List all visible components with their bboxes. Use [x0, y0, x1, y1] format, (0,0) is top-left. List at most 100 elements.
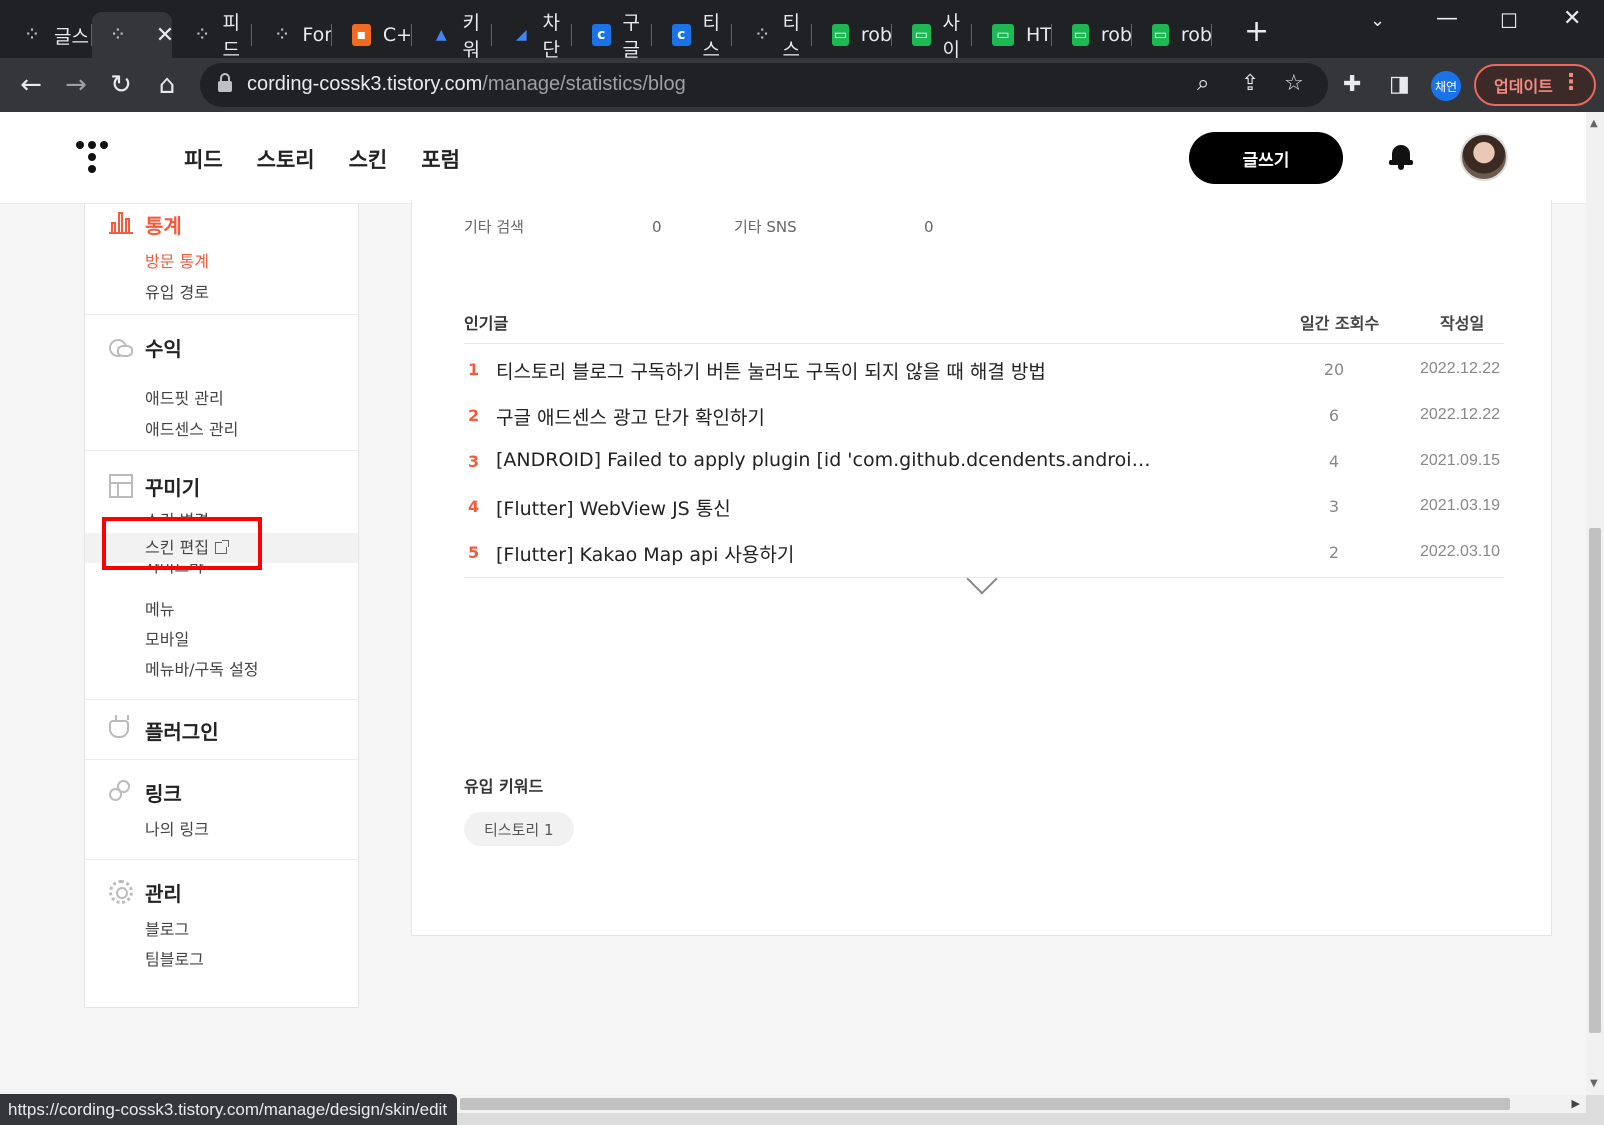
- browser-tab[interactable]: ▭ HT: [972, 12, 1052, 58]
- url-text[interactable]: cording-cossk3.tistory.com/manage/statis…: [247, 73, 686, 96]
- sidebar-group-title[interactable]: 수익: [145, 333, 182, 362]
- tistory-icon: ⁘: [26, 27, 38, 43]
- nav-skin[interactable]: 스킨: [349, 144, 388, 174]
- post-views: 20: [1323, 360, 1345, 379]
- sidebar-group-title[interactable]: 플러그인: [145, 716, 219, 745]
- post-date: 2021.09.15: [1420, 452, 1501, 469]
- section-title: 인기글: [464, 314, 509, 333]
- list-item[interactable]: 1 티스토리 블로그 구독하기 버튼 눌러도 구독이 되지 않을 때 해결 방법…: [464, 348, 1504, 394]
- stat-value: 0: [924, 218, 934, 236]
- share-icon[interactable]: ⇪: [1241, 71, 1259, 96]
- sidebar-group-revenue: 수익 애드핏 관리 애드센스 관리: [85, 315, 358, 451]
- browser-tab[interactable]: ⁘ For: [252, 12, 332, 58]
- browser-tab[interactable]: ▲ 키워: [412, 12, 492, 61]
- zoom-icon[interactable]: ⌕: [1197, 71, 1209, 96]
- list-item[interactable]: 3 [ANDROID] Failed to apply plugin [id '…: [464, 440, 1504, 486]
- sidebar-item-referrer[interactable]: 유입 경로: [145, 279, 209, 303]
- sidebar-group-stats: 통계 방문 통계 유입 경로: [85, 204, 358, 315]
- forward-icon[interactable]: →: [57, 66, 95, 104]
- browser-tab[interactable]: ▭ rob: [1132, 12, 1212, 58]
- stat-value: 0: [652, 218, 662, 236]
- address-bar[interactable]: cording-cossk3.tistory.com/manage/statis…: [200, 63, 1328, 107]
- site-nav: 피드 스토리 스킨 포럼: [184, 144, 494, 174]
- page-viewport: 피드 스토리 스킨 포럼 글쓰기 통계 방문 통계 유입 경로 수익 애드핏 관…: [0, 112, 1586, 1095]
- close-window-icon[interactable]: ✕: [1563, 6, 1581, 31]
- tistory-logo-icon[interactable]: [76, 141, 108, 175]
- minimize-icon[interactable]: —: [1436, 6, 1458, 31]
- home-icon[interactable]: ⌂: [148, 66, 186, 104]
- browser-tab[interactable]: ⁘ 티스: [732, 12, 812, 61]
- sidebar-item-mobile[interactable]: 모바일: [145, 626, 189, 650]
- update-button[interactable]: 업데이트 ⋮: [1474, 64, 1596, 106]
- sidebar-item-visit-stats[interactable]: 방문 통계: [145, 248, 209, 272]
- browser-toolbar: ← → ↻ ⌂ cording-cossk3.tistory.com/manag…: [0, 58, 1604, 112]
- highlight-box: [102, 517, 262, 570]
- side-panel-icon[interactable]: ◨: [1389, 72, 1410, 97]
- bookmark-star-icon[interactable]: ☆: [1284, 71, 1304, 96]
- back-icon[interactable]: ←: [12, 66, 50, 104]
- post-title[interactable]: 구글 애드센스 광고 단가 확인하기: [496, 403, 1156, 430]
- nav-forum[interactable]: 포럼: [421, 144, 460, 174]
- lock-icon[interactable]: [218, 73, 232, 93]
- more-menu-icon[interactable]: ⋮: [1560, 72, 1582, 94]
- vertical-scrollbar[interactable]: ▲ ▼: [1586, 112, 1604, 1095]
- browser-tab[interactable]: ◢ 차단: [492, 12, 572, 61]
- green-monitor-icon: ▭: [1152, 24, 1169, 46]
- layout-icon: [109, 474, 133, 498]
- post-title[interactable]: 티스토리 블로그 구독하기 버튼 눌러도 구독이 되지 않을 때 해결 방법: [496, 357, 1156, 384]
- browser-tab[interactable]: ⁘ 글스: [0, 12, 92, 58]
- post-rank: 5: [468, 543, 480, 562]
- post-date: 2022.12.22: [1420, 360, 1501, 377]
- calendar-icon: c: [592, 24, 611, 46]
- browser-tab[interactable]: c 티스: [652, 12, 732, 61]
- maximize-icon[interactable]: ☐: [1500, 9, 1518, 33]
- scroll-up-icon[interactable]: ▲: [1590, 118, 1598, 129]
- keyword-chip[interactable]: 티스토리 1: [464, 812, 574, 846]
- sidebar-group-title[interactable]: 링크: [145, 778, 182, 807]
- scrollbar-thumb[interactable]: [460, 1098, 1510, 1110]
- post-title[interactable]: [Flutter] WebView JS 통신: [496, 494, 1156, 521]
- extensions-icon[interactable]: ✚: [1343, 72, 1361, 97]
- tistory-icon: ⁘: [196, 27, 208, 43]
- sidebar-group-title[interactable]: 통계: [145, 210, 182, 239]
- sidebar-group-title[interactable]: 관리: [145, 878, 182, 907]
- divider: [464, 343, 1504, 344]
- post-views: 2: [1328, 543, 1340, 562]
- bell-icon[interactable]: [1389, 143, 1413, 171]
- new-tab-icon[interactable]: +: [1244, 14, 1269, 49]
- post-title[interactable]: [Flutter] Kakao Map api 사용하기: [496, 540, 1156, 567]
- sidebar-group-plugin: 플러그인: [85, 700, 358, 760]
- scroll-down-icon[interactable]: ▼: [1590, 1078, 1598, 1089]
- tab-search-icon[interactable]: ⌄: [1370, 10, 1385, 31]
- post-title[interactable]: [ANDROID] Failed to apply plugin [id 'co…: [496, 449, 1156, 471]
- nav-story[interactable]: 스토리: [257, 144, 315, 174]
- sidebar-item-adfit[interactable]: 애드핏 관리: [145, 385, 224, 409]
- user-avatar[interactable]: [1460, 133, 1508, 181]
- sidebar-item-team-blog[interactable]: 팀블로그: [145, 946, 204, 970]
- profile-avatar[interactable]: 채연: [1431, 71, 1461, 101]
- browser-tab[interactable]: ▭ rob: [1052, 12, 1132, 58]
- browser-tab[interactable]: ▭ 사이: [892, 12, 972, 61]
- reload-icon[interactable]: ↻: [102, 66, 140, 104]
- sidebar-item-adsense[interactable]: 애드센스 관리: [145, 416, 238, 440]
- sidebar-group-title[interactable]: 꾸미기: [145, 472, 200, 501]
- browser-tab[interactable]: c 구글: [572, 12, 652, 61]
- browser-tab-active[interactable]: ⁘ ✕: [92, 12, 174, 58]
- sidebar-item-blog[interactable]: 블로그: [145, 916, 189, 940]
- list-item[interactable]: 4 [Flutter] WebView JS 통신 3 2021.03.19: [464, 485, 1504, 531]
- scrollbar-thumb[interactable]: [1589, 528, 1601, 1033]
- post-date: 2022.03.10: [1420, 543, 1501, 560]
- list-item[interactable]: 2 구글 애드센스 광고 단가 확인하기 6 2022.12.22: [464, 394, 1504, 440]
- scroll-right-icon[interactable]: ▶: [1572, 1097, 1580, 1110]
- browser-tab[interactable]: ⁘ 피드: [172, 12, 252, 61]
- sidebar-item-menu[interactable]: 메뉴: [145, 596, 174, 620]
- write-button[interactable]: 글쓰기: [1189, 132, 1343, 184]
- sidebar-item-my-link[interactable]: 나의 링크: [145, 816, 209, 840]
- post-views: 4: [1328, 452, 1340, 471]
- browser-tab[interactable]: ▪ C+: [332, 12, 412, 58]
- bar-chart-icon: [109, 210, 133, 234]
- browser-tab[interactable]: ▭ rob: [812, 12, 892, 58]
- nav-feed[interactable]: 피드: [184, 144, 223, 174]
- sidebar-item-menubar-subscribe[interactable]: 메뉴바/구독 설정: [145, 656, 259, 680]
- green-monitor-icon: ▭: [912, 24, 931, 46]
